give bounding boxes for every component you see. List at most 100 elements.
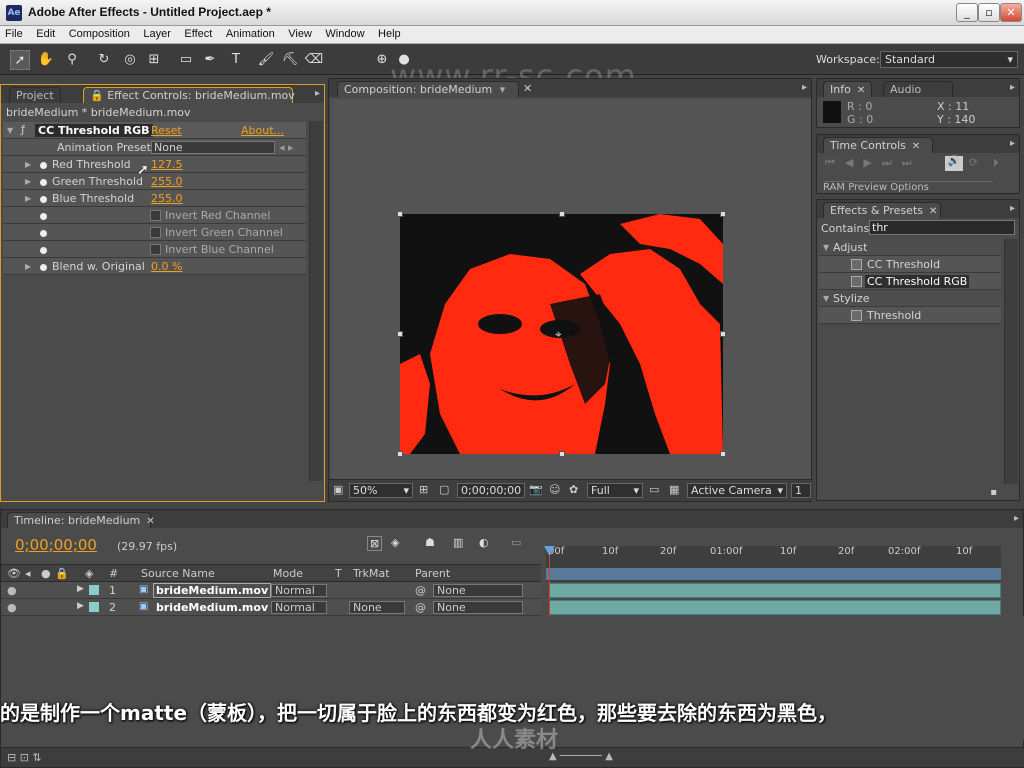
close-icon[interactable]: ✕: [857, 85, 865, 96]
layer-duration-bar-1[interactable]: [549, 583, 1001, 598]
motion-blur-icon[interactable]: ◐: [479, 536, 489, 549]
about-button[interactable]: About...: [241, 124, 284, 137]
invert-red-checkbox[interactable]: [150, 210, 161, 221]
menu-animation[interactable]: Animation: [221, 26, 280, 40]
pick-whip-icon[interactable]: @: [415, 584, 426, 597]
time-ruler[interactable]: 00f 10f 20f 01:00f 10f 20f 02:00f 10f: [546, 546, 1001, 582]
ram-preview-dropdown[interactable]: RAM Preview Options: [823, 181, 993, 193]
tab-project[interactable]: Project: [9, 87, 61, 103]
menu-effect[interactable]: Effect: [179, 26, 217, 40]
show-snapshot-icon[interactable]: ☺: [549, 483, 560, 496]
maximize-button[interactable]: ▫: [978, 3, 1000, 22]
always-preview-icon[interactable]: ▣: [333, 483, 343, 496]
menu-file[interactable]: File: [0, 26, 28, 40]
close-icon[interactable]: ✕: [929, 206, 937, 217]
eraser-tool-icon[interactable]: ⌫: [304, 50, 324, 70]
tab-info[interactable]: Info ✕: [823, 81, 873, 97]
twirl-right-icon[interactable]: ▶: [77, 584, 84, 594]
toggle-switches-icon[interactable]: ⊟ ⊡ ⇅: [7, 751, 42, 764]
tab-composition[interactable]: Composition: brideMedium ▾: [337, 81, 519, 97]
close-icon[interactable]: ✕: [523, 82, 532, 95]
minimize-button[interactable]: _: [956, 3, 978, 22]
type-tool-icon[interactable]: T: [226, 50, 246, 70]
layer-duration-bar-2[interactable]: [549, 600, 1001, 615]
bounding-handle[interactable]: [397, 211, 403, 217]
views-dropdown[interactable]: 1 V: [791, 483, 811, 498]
fx-icon[interactable]: ƒ: [21, 123, 25, 136]
column-source-name[interactable]: Source Name: [141, 567, 215, 580]
tab-timeline[interactable]: Timeline: brideMedium ✕: [7, 512, 155, 528]
menu-composition[interactable]: Composition: [64, 26, 135, 40]
bounding-handle[interactable]: [720, 451, 726, 457]
stopwatch-icon[interactable]: [40, 162, 47, 169]
invert-green-checkbox[interactable]: [150, 227, 161, 238]
pan-behind-tool-icon[interactable]: ⊞: [144, 50, 164, 70]
loop-icon[interactable]: ⟳: [969, 156, 978, 169]
brush-tool-icon[interactable]: 🖌: [256, 50, 276, 70]
timeline-timecode[interactable]: 0;00;00;00: [15, 536, 97, 554]
menu-window[interactable]: Window: [320, 26, 369, 40]
eye-icon[interactable]: ●: [7, 584, 17, 597]
effect-item-cc-threshold[interactable]: CC Threshold: [819, 256, 1001, 273]
bounding-handle[interactable]: [720, 211, 726, 217]
composition-viewer[interactable]: ⌖: [331, 99, 811, 479]
animation-presets-dropdown[interactable]: None: [151, 141, 275, 154]
audio-icon[interactable]: 🔊: [945, 156, 963, 171]
twirl-down-icon[interactable]: ▼: [7, 126, 13, 135]
rotation-tool-icon[interactable]: ↻: [94, 50, 114, 70]
bounding-handle[interactable]: [720, 331, 726, 337]
menu-edit[interactable]: Edit: [31, 26, 60, 40]
twirl-right-icon[interactable]: ▶: [77, 601, 84, 611]
label-color-swatch[interactable]: [89, 585, 99, 595]
close-icon[interactable]: ✕: [912, 141, 920, 152]
stopwatch-icon[interactable]: [40, 230, 47, 237]
comp-marker-icon[interactable]: ⊠: [367, 536, 383, 551]
preset-nav-icon[interactable]: ◂ ▸: [279, 141, 294, 154]
stopwatch-icon[interactable]: [40, 264, 47, 271]
menu-view[interactable]: View: [283, 26, 317, 40]
bounding-handle[interactable]: [397, 451, 403, 457]
red-threshold-value[interactable]: 127.5: [151, 158, 183, 171]
workspace-dropdown[interactable]: Standard ▾: [880, 51, 1018, 68]
current-time-field[interactable]: 0;00;00;00: [457, 483, 525, 498]
tab-audio[interactable]: Audio: [883, 81, 953, 97]
tab-effect-controls[interactable]: 🔒 Effect Controls: brideMedium.mov: [83, 87, 295, 103]
parent-dropdown[interactable]: None: [433, 584, 523, 597]
orbit-camera-tool-icon[interactable]: ◎: [120, 50, 140, 70]
layer-name[interactable]: brideMedium.mov: [156, 601, 268, 614]
menu-help[interactable]: Help: [373, 26, 406, 40]
new-folder-icon[interactable]: ▪: [990, 487, 997, 498]
effect-controls-scrollbar[interactable]: [309, 121, 323, 481]
work-area-bar[interactable]: [546, 568, 1001, 580]
frame-blending-icon[interactable]: ▥: [453, 536, 463, 549]
effects-scrollbar[interactable]: [1004, 239, 1018, 484]
twirl-right-icon[interactable]: ▶: [25, 177, 31, 186]
bounding-handle[interactable]: [559, 451, 565, 457]
invert-blue-checkbox[interactable]: [150, 244, 161, 255]
snapshot-icon[interactable]: 📷: [529, 483, 543, 496]
last-frame-icon[interactable]: ⏭: [902, 156, 922, 169]
zoom-tool-icon[interactable]: ⚲: [62, 50, 82, 70]
selection-tool-icon[interactable]: ➚: [10, 50, 30, 70]
twirl-down-icon[interactable]: ▼: [823, 243, 829, 252]
bounding-handle[interactable]: [559, 211, 565, 217]
layer-row-2[interactable]: ● ▶ 2 ▣ brideMedium.mov Normal None @ No…: [1, 599, 541, 616]
rectangle-mask-tool-icon[interactable]: ▭: [176, 50, 196, 70]
axis-mode-icon[interactable]: ⊕: [372, 50, 392, 70]
channel-icon[interactable]: ✿: [569, 483, 578, 496]
magnification-dropdown[interactable]: 50% ▾: [349, 483, 413, 498]
camera-dropdown[interactable]: Active Camera ▾: [687, 483, 787, 498]
twirl-right-icon[interactable]: ▶: [25, 194, 31, 203]
region-of-interest-icon[interactable]: ▭: [649, 483, 659, 496]
blue-threshold-value[interactable]: 255.0: [151, 192, 183, 205]
layer-name[interactable]: brideMedium.mov: [153, 583, 272, 598]
panel-menu-icon[interactable]: ▸: [315, 88, 320, 99]
previous-frame-icon[interactable]: ◀: [845, 156, 863, 169]
parent-dropdown[interactable]: None: [433, 601, 523, 614]
stopwatch-icon[interactable]: [40, 196, 47, 203]
hide-shy-icon[interactable]: ☗: [425, 536, 435, 549]
stopwatch-icon[interactable]: [40, 179, 47, 186]
bounding-handle[interactable]: [397, 331, 403, 337]
blend-value[interactable]: 0.0 %: [151, 260, 182, 273]
close-button[interactable]: ✕: [1000, 3, 1022, 22]
